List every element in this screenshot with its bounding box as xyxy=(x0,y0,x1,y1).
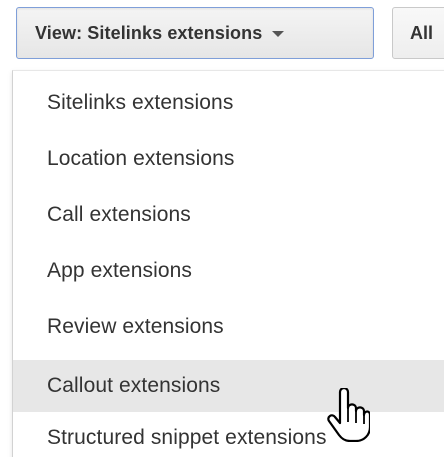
caret-down-icon xyxy=(272,31,285,37)
menu-item-label: Location extensions xyxy=(47,147,235,170)
menu-item-label: Structured snippet extensions xyxy=(47,426,327,449)
menu-item-location-extensions[interactable]: Location extensions xyxy=(13,133,444,185)
view-dropdown-menu: Sitelinks extensions Location extensions… xyxy=(12,70,444,457)
menu-item-structured-snippet-extensions[interactable]: Structured snippet extensions xyxy=(13,414,444,457)
menu-item-callout-extensions[interactable]: Callout extensions xyxy=(13,360,444,412)
menu-item-call-extensions[interactable]: Call extensions xyxy=(13,189,444,241)
menu-item-label: App extensions xyxy=(47,259,192,282)
menu-item-label: Sitelinks extensions xyxy=(47,91,234,114)
menu-item-label: Call extensions xyxy=(47,203,191,226)
menu-item-label: Review extensions xyxy=(47,315,224,338)
view-filter-button[interactable]: View: Sitelinks extensions xyxy=(16,7,374,59)
all-filter-label: All xyxy=(410,22,434,43)
menu-item-sitelinks-extensions[interactable]: Sitelinks extensions xyxy=(13,77,444,129)
menu-item-label: Callout extensions xyxy=(47,374,221,397)
menu-item-app-extensions[interactable]: App extensions xyxy=(13,245,444,297)
menu-item-review-extensions[interactable]: Review extensions xyxy=(13,301,444,353)
all-filter-button[interactable]: All xyxy=(392,7,444,59)
view-filter-label: View: Sitelinks extensions xyxy=(35,22,263,43)
